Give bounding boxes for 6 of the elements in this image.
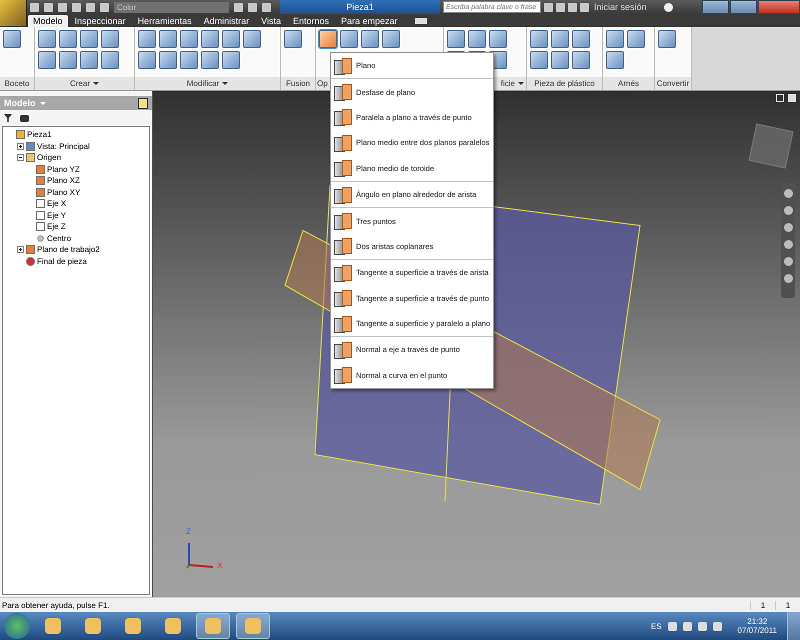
status-message: Para obtener ayuda, pulse F1. bbox=[2, 600, 111, 610]
axis-label: Z bbox=[186, 527, 191, 536]
status-field: 1 bbox=[750, 600, 775, 610]
document-title: Pieza1 bbox=[280, 0, 440, 14]
status-field: 1 bbox=[775, 600, 800, 610]
axis-label: X bbox=[217, 561, 222, 570]
